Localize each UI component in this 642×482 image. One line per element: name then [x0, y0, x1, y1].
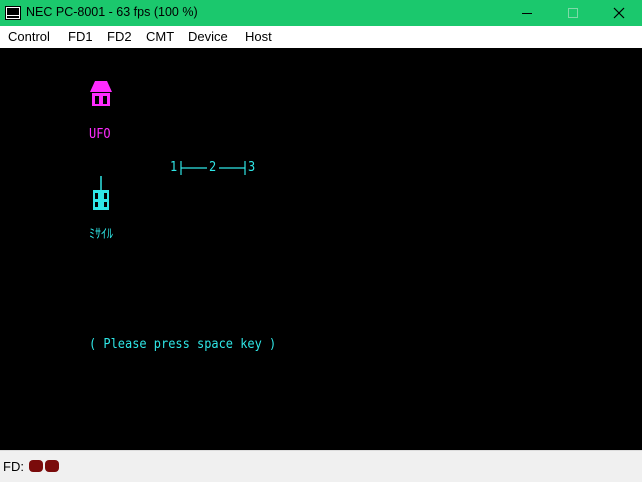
title-bar[interactable]: NEC PC-8001 - 63 fps (100 %)	[0, 0, 642, 26]
emulator-screen[interactable]: UFO 1 2 3 ﾐｻｲﾙ ( Please press space key …	[0, 48, 642, 450]
maximize-button[interactable]	[550, 0, 596, 26]
maximize-icon	[568, 8, 578, 18]
scale-mark-1: 1	[170, 160, 178, 175]
status-bar: FD:	[0, 450, 642, 482]
menu-host[interactable]: Host	[245, 29, 272, 44]
scale-mark-2: 2	[209, 160, 217, 175]
fd1-access-led	[29, 460, 43, 472]
scale-line	[180, 161, 246, 175]
close-icon	[613, 7, 625, 19]
close-button[interactable]	[596, 0, 642, 26]
fd2-access-led	[45, 460, 59, 472]
ufo-label: UFO	[89, 127, 111, 142]
menu-cmt[interactable]: CMT	[146, 29, 174, 44]
menu-device[interactable]: Device	[188, 29, 228, 44]
menu-fd1[interactable]: FD1	[68, 29, 93, 44]
fd-status-label: FD:	[3, 459, 24, 474]
minimize-icon	[522, 13, 532, 14]
menu-bar: Control FD1 FD2 CMT Device Host	[0, 26, 642, 48]
missile-sprite-icon	[93, 176, 109, 210]
ufo-sprite-icon	[90, 81, 112, 106]
window-title: NEC PC-8001 - 63 fps (100 %)	[26, 5, 198, 19]
minimize-button[interactable]	[504, 0, 550, 26]
menu-fd2[interactable]: FD2	[107, 29, 132, 44]
emulator-window: NEC PC-8001 - 63 fps (100 %) Control FD1…	[0, 0, 642, 482]
missile-label: ﾐｻｲﾙ	[89, 227, 113, 242]
press-space-prompt: ( Please press space key )	[89, 337, 277, 352]
menu-control[interactable]: Control	[8, 29, 50, 44]
scale-mark-3: 3	[248, 160, 256, 175]
app-icon[interactable]	[5, 6, 21, 20]
